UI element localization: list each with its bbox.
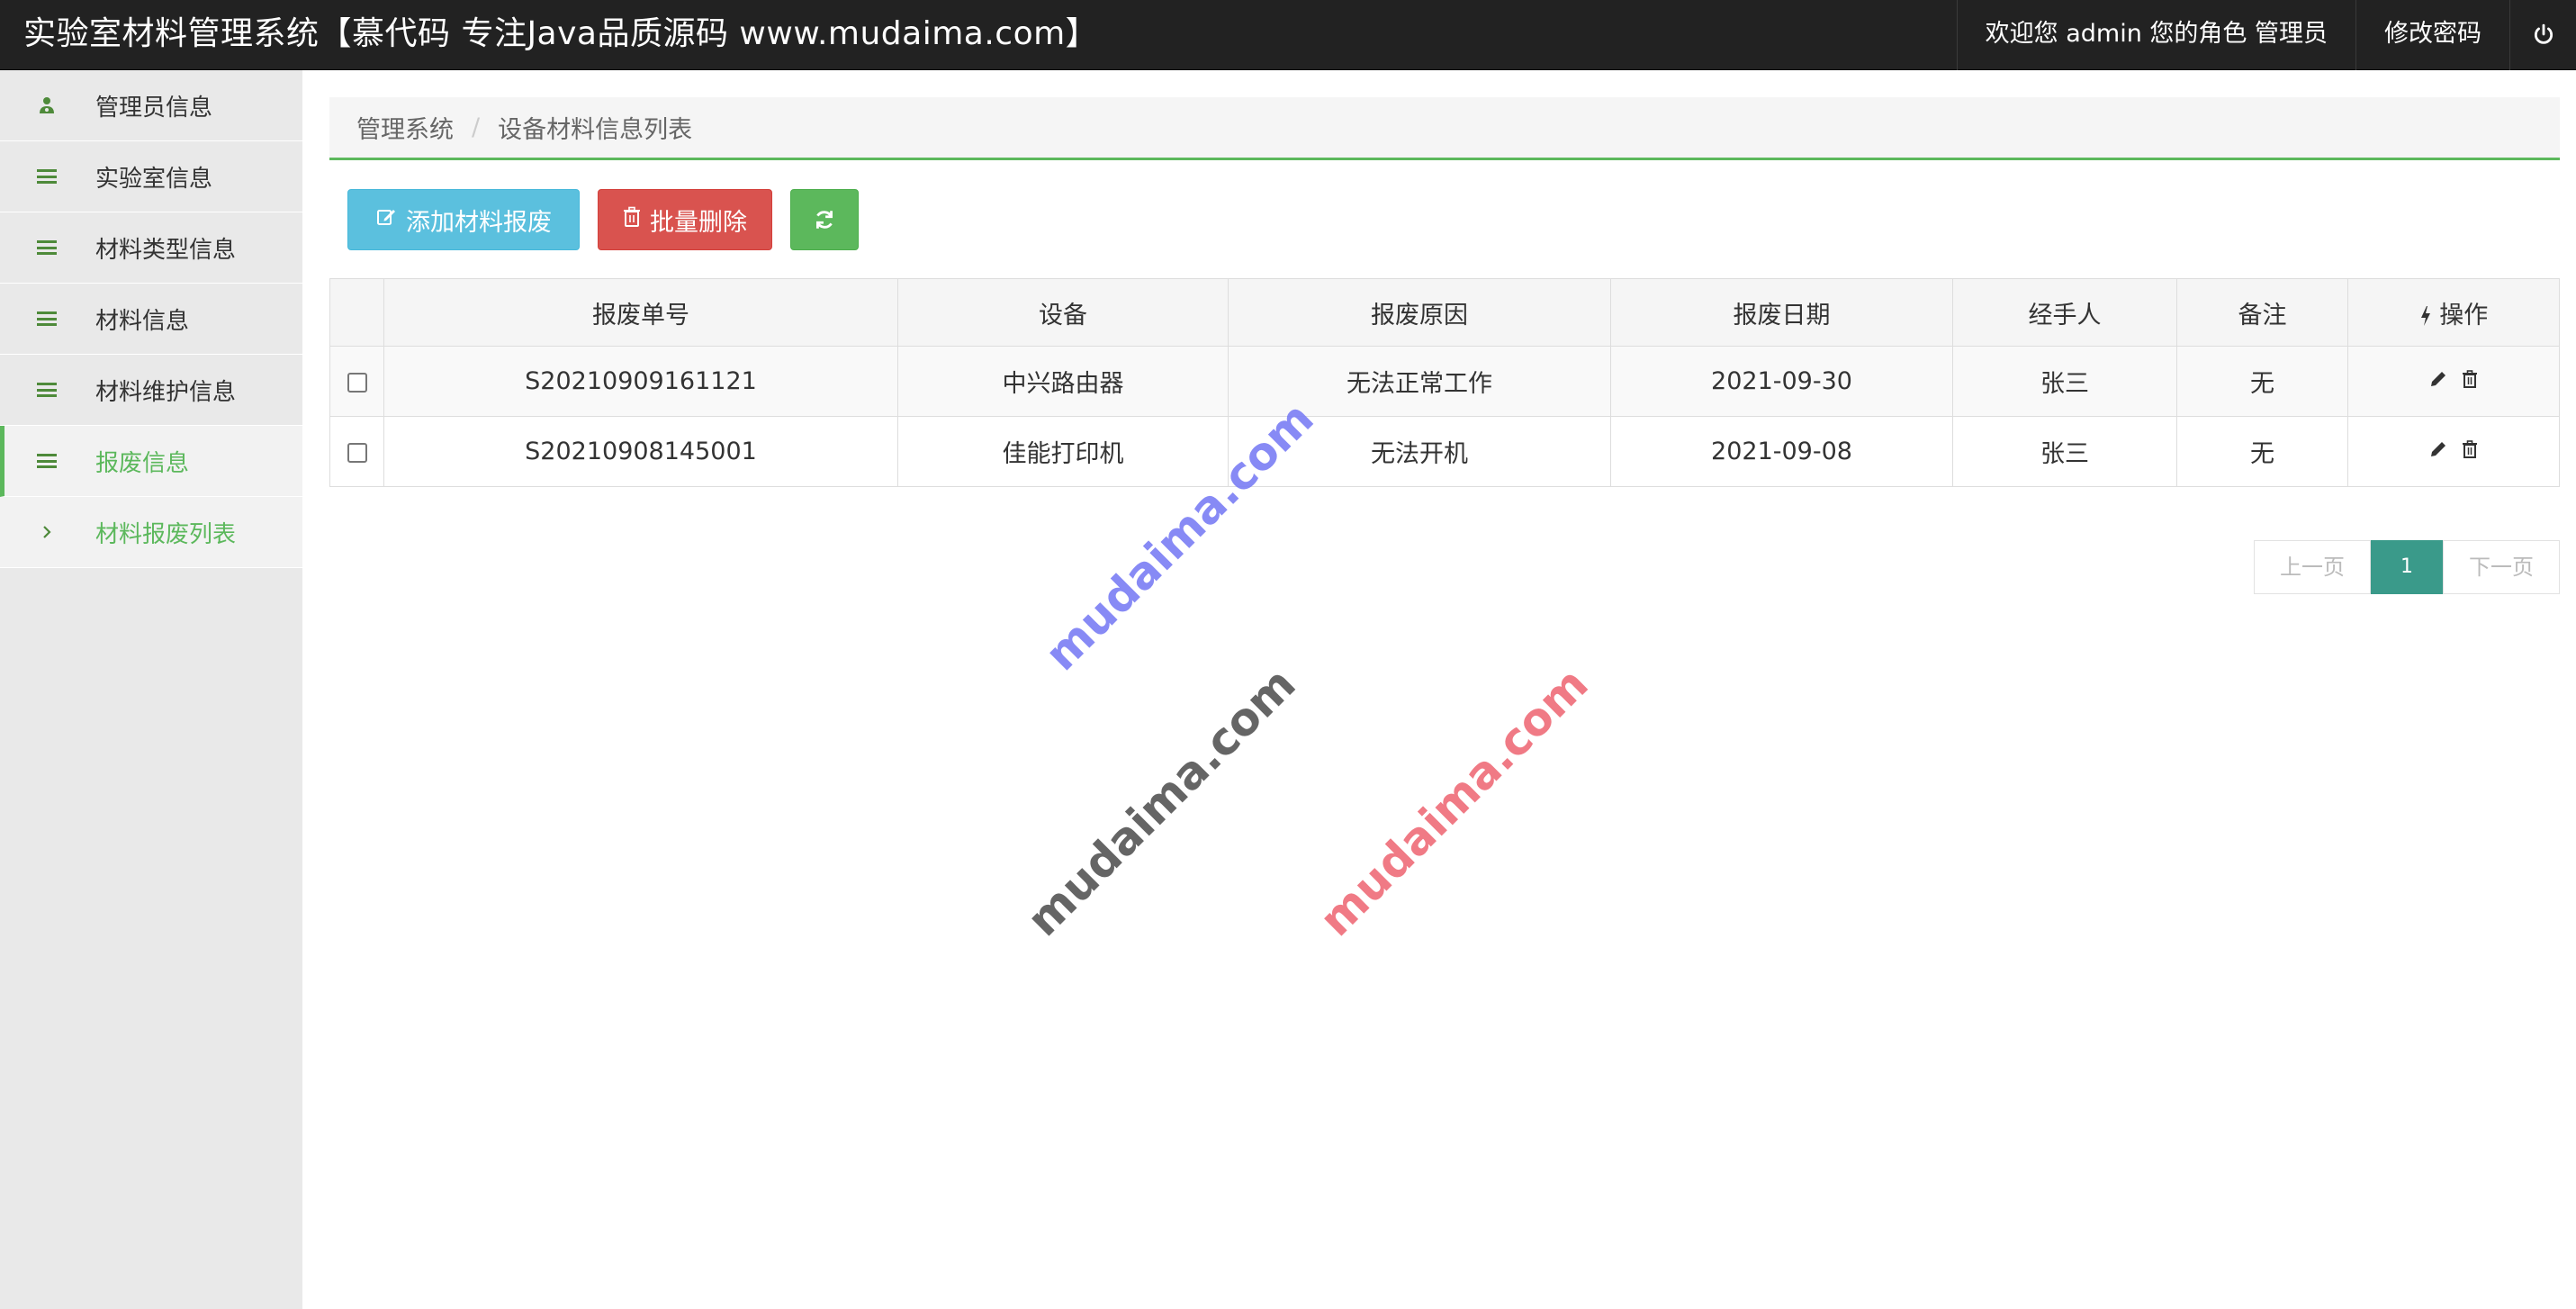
- delete-trash-icon[interactable]: [2461, 439, 2479, 465]
- top-navbar: 实验室材料管理系统【慕代码 专注Java品质源码 www.mudaima.com…: [0, 0, 2576, 70]
- welcome-user[interactable]: 欢迎您 admin 您的角色 管理员: [1956, 0, 2355, 70]
- sidebar-subitem-scrap-list[interactable]: 材料报废列表: [0, 497, 302, 568]
- bars-icon: [34, 240, 59, 255]
- sidebar-item-admin-info[interactable]: 管理员信息: [0, 70, 302, 141]
- col-header-id[interactable]: 报废单号: [383, 278, 898, 347]
- edit-icon: [375, 206, 397, 234]
- cell-id: S20210908145001: [383, 416, 898, 487]
- bars-icon: [34, 311, 59, 326]
- chevron-right-icon: [34, 524, 59, 540]
- breadcrumb-root[interactable]: 管理系统: [356, 110, 454, 145]
- current-page-button[interactable]: 1: [2371, 540, 2443, 594]
- sidebar-item-label: 材料类型信息: [95, 236, 237, 264]
- power-icon: [2534, 23, 2553, 44]
- bars-icon: [34, 169, 59, 184]
- bolt-icon: [2419, 302, 2440, 330]
- breadcrumb-current: 设备材料信息列表: [498, 116, 693, 144]
- sidebar-item-label: 报废信息: [95, 449, 190, 477]
- delete-trash-icon[interactable]: [2461, 369, 2479, 394]
- sidebar-item-scrap-info[interactable]: 报废信息: [0, 426, 302, 497]
- cell-device: 中兴路由器: [897, 346, 1229, 417]
- select-all-cell: [329, 278, 384, 347]
- cell-note: 无: [2176, 346, 2348, 417]
- sidebar-item-lab-info[interactable]: 实验室信息: [0, 141, 302, 212]
- col-header-device[interactable]: 设备: [897, 278, 1229, 347]
- edit-pencil-icon[interactable]: [2428, 439, 2448, 465]
- refresh-button[interactable]: [790, 189, 859, 250]
- logout-button[interactable]: [2509, 0, 2576, 70]
- pagination: 上一页 1 下一页: [2254, 540, 2560, 594]
- table-header-row: 报废单号 设备 报废原因 报废日期 经手人 备注 操作: [329, 278, 2560, 347]
- sidebar-item-label: 材料信息: [95, 307, 190, 335]
- col-header-handler[interactable]: 经手人: [1952, 278, 2177, 347]
- breadcrumb-separator: /: [472, 113, 481, 141]
- table-row: S20210909161121 中兴路由器 无法正常工作 2021-09-30 …: [329, 346, 2560, 417]
- trash-icon: [623, 206, 641, 234]
- users-icon: [34, 95, 59, 115]
- cell-handler: 张三: [1952, 416, 2177, 487]
- change-password-link[interactable]: 修改密码: [2355, 0, 2509, 70]
- sidebar-item-material-type[interactable]: 材料类型信息: [0, 212, 302, 284]
- batch-delete-label: 批量删除: [650, 208, 747, 237]
- cell-actions: [2347, 346, 2560, 417]
- next-page-button[interactable]: 下一页: [2443, 540, 2560, 594]
- add-scrap-button[interactable]: 添加材料报废: [347, 189, 580, 250]
- edit-pencil-icon[interactable]: [2428, 369, 2448, 394]
- col-header-actions: 操作: [2347, 278, 2560, 347]
- table-row: S20210908145001 佳能打印机 无法开机 2021-09-08 张三…: [329, 416, 2560, 487]
- scrap-table: 报废单号 设备 报废原因 报废日期 经手人 备注 操作 S20210909161…: [329, 278, 2560, 487]
- col-header-reason[interactable]: 报废原因: [1228, 278, 1611, 347]
- cell-actions: [2347, 416, 2560, 487]
- breadcrumb: 管理系统 / 设备材料信息列表: [329, 97, 2560, 160]
- cell-date: 2021-09-08: [1610, 416, 1953, 487]
- sidebar-item-material-info[interactable]: 材料信息: [0, 284, 302, 355]
- add-scrap-label: 添加材料报废: [406, 208, 552, 237]
- cell-id: S20210909161121: [383, 346, 898, 417]
- cell-date: 2021-09-30: [1610, 346, 1953, 417]
- row-checkbox[interactable]: [347, 372, 367, 393]
- cell-handler: 张三: [1952, 346, 2177, 417]
- sidebar-item-maintenance[interactable]: 材料维护信息: [0, 355, 302, 426]
- row-checkbox-cell: [329, 416, 384, 487]
- sidebar-item-label: 实验室信息: [95, 165, 213, 193]
- sidebar-item-label: 材料报废列表: [95, 520, 237, 548]
- row-checkbox-cell: [329, 346, 384, 417]
- cell-note: 无: [2176, 416, 2348, 487]
- navbar-right: 欢迎您 admin 您的角色 管理员 修改密码: [1956, 0, 2576, 70]
- main-content: 管理系统 / 设备材料信息列表 添加材料报废 批量删除 报废单号 设备 报废原因…: [302, 70, 2576, 1309]
- sidebar-item-label: 管理员信息: [95, 94, 213, 122]
- toolbar: 添加材料报废 批量删除: [347, 189, 859, 250]
- col-header-date[interactable]: 报废日期: [1610, 278, 1953, 347]
- bars-icon: [34, 383, 59, 397]
- batch-delete-button[interactable]: 批量删除: [598, 189, 772, 250]
- col-header-actions-label: 操作: [2439, 301, 2489, 330]
- row-checkbox[interactable]: [347, 442, 367, 463]
- col-header-note[interactable]: 备注: [2176, 278, 2348, 347]
- app-title: 实验室材料管理系统【慕代码 专注Java品质源码 www.mudaima.com…: [23, 15, 1099, 52]
- sidebar-item-label: 材料维护信息: [95, 378, 237, 406]
- bars-icon: [34, 454, 59, 468]
- sidebar: 管理员信息 实验室信息 材料类型信息 材料信息 材料维护信息 报废信息 材料报废…: [0, 70, 302, 1309]
- refresh-icon: [816, 211, 833, 229]
- cell-device: 佳能打印机: [897, 416, 1229, 487]
- prev-page-button[interactable]: 上一页: [2254, 540, 2371, 594]
